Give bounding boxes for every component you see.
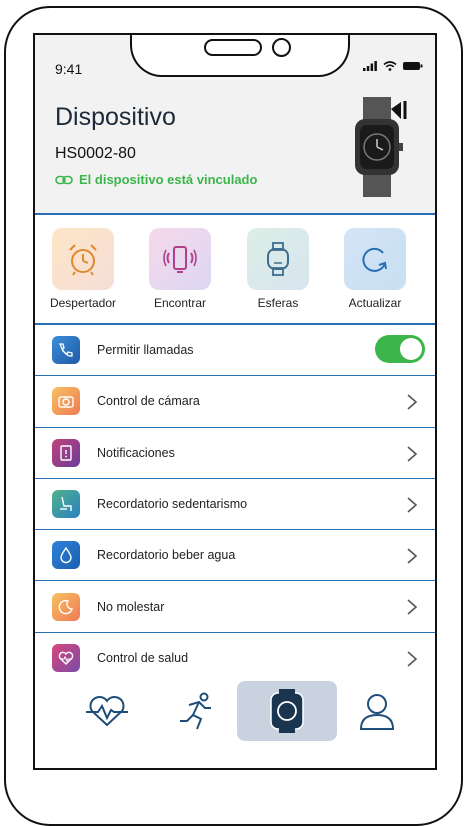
refresh-icon	[344, 228, 406, 290]
nav-health[interactable]	[57, 681, 157, 741]
seat-icon	[52, 490, 80, 519]
bottom-nav	[35, 675, 435, 745]
chevron-right-icon	[407, 497, 418, 513]
chevron-right-icon	[407, 651, 418, 667]
heart-rate-icon	[86, 696, 128, 727]
quick-find-label: Encontrar	[153, 296, 207, 310]
quick-update-label: Actualizar	[348, 296, 402, 310]
list-item-label: Control de cámara	[97, 394, 200, 409]
camera-icon	[52, 387, 80, 416]
nav-activity[interactable]	[147, 681, 247, 741]
battery-icon	[403, 62, 423, 70]
water-drop-icon	[52, 541, 80, 570]
quick-actions: Despertador Encontrar Esferas Actualizar	[35, 215, 435, 325]
list-item-sedentary[interactable]: Recordatorio sedentarismo	[35, 479, 435, 531]
page-title: Dispositivo	[55, 103, 176, 131]
calls-toggle[interactable]	[375, 335, 425, 363]
running-icon	[180, 692, 211, 730]
status-time: 9:41	[55, 61, 83, 77]
front-camera	[272, 38, 291, 57]
list-item-notifications[interactable]: Notificaciones	[35, 428, 435, 479]
link-status-label: El dispositivo está vinculado	[79, 172, 258, 187]
alarm-clock-icon	[52, 228, 114, 290]
list-item-label: No molestar	[97, 599, 165, 614]
find-phone-icon	[149, 228, 211, 290]
list-item-calls[interactable]: Permitir llamadas	[35, 325, 435, 377]
watch-icon	[270, 689, 304, 733]
chevron-right-icon	[407, 599, 418, 616]
device-model: HS0002-80	[55, 145, 136, 162]
toggle-knob	[400, 338, 422, 360]
chevron-right-icon	[407, 445, 418, 462]
list-item-dnd[interactable]: No molestar	[35, 581, 435, 633]
nav-profile[interactable]	[327, 681, 427, 741]
link-icon	[55, 175, 73, 184]
list-item-label: Recordatorio sedentarismo	[97, 497, 248, 512]
list-item-camera[interactable]: Control de cámara	[35, 376, 435, 428]
speaker	[204, 39, 262, 56]
list-item-label: Recordatorio beber agua	[97, 548, 236, 563]
wifi-icon	[383, 61, 397, 71]
list-item-water[interactable]: Recordatorio beber agua	[35, 530, 435, 582]
quick-faces[interactable]: Esferas	[235, 228, 321, 310]
phone-call-icon	[52, 336, 80, 365]
list-item-label: Notificaciones	[97, 445, 175, 460]
nav-device[interactable]	[237, 681, 337, 741]
health-heart-icon	[52, 643, 80, 672]
quick-faces-label: Esferas	[257, 296, 299, 310]
chevron-right-icon	[407, 394, 418, 410]
chevron-right-icon	[407, 548, 418, 564]
app-screen: Dispositivo HS0002-80 El dispositivo est…	[33, 33, 437, 770]
signal-icon	[363, 61, 377, 71]
notch	[130, 35, 350, 77]
quick-update[interactable]: Actualizar	[332, 228, 418, 310]
status-icons	[363, 61, 423, 71]
settings-list: Permitir llamadas Control de cámara Noti…	[35, 325, 435, 685]
link-status: El dispositivo está vinculado	[55, 172, 257, 187]
quick-find[interactable]: Encontrar	[137, 228, 223, 310]
quick-alarm[interactable]: Despertador	[40, 228, 126, 310]
list-item-label: Control de salud	[97, 650, 189, 665]
quick-alarm-label: Despertador	[49, 296, 117, 310]
list-item-label: Permitir llamadas	[97, 343, 194, 358]
watch-face-icon	[247, 228, 309, 290]
profile-icon	[359, 694, 395, 730]
moon-icon	[52, 592, 80, 621]
watch-image	[355, 97, 407, 197]
notification-icon	[52, 438, 80, 467]
